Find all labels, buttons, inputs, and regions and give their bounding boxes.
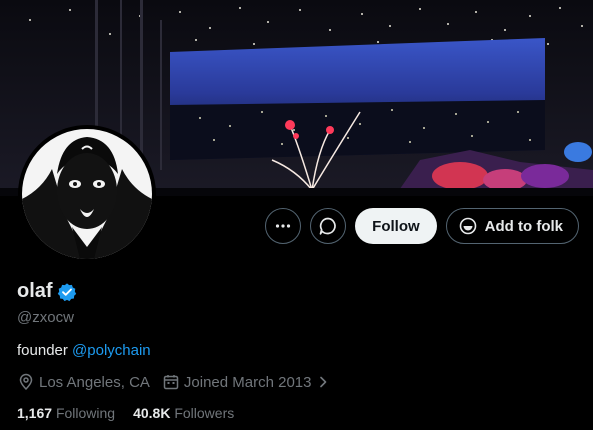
followers-link[interactable]: 40.8K Followers — [133, 405, 234, 421]
verified-badge-icon[interactable] — [57, 282, 77, 302]
more-button[interactable] — [265, 208, 302, 244]
name-row: olaf — [17, 280, 577, 303]
display-name: olaf — [17, 280, 53, 302]
join-date-text: Joined March 2013 — [183, 373, 312, 391]
bio-mention-link[interactable]: @polychain — [72, 342, 151, 359]
join-date[interactable]: Joined March 2013 — [162, 373, 330, 391]
portrait-avatar — [22, 129, 152, 259]
following-link[interactable]: 1,167 Following — [17, 405, 115, 421]
profile-info: olaf @zxocw founder @polychain Los Angel… — [17, 280, 577, 421]
chevron-right-icon — [319, 376, 326, 388]
bio-text: founder — [17, 342, 73, 359]
user-handle: @zxocw — [17, 309, 74, 326]
follow-label: Follow — [372, 217, 420, 235]
profile-meta: Los Angeles, CA Joined March 2013 — [17, 373, 577, 391]
message-bubble-icon — [319, 217, 337, 235]
more-dots-icon — [276, 224, 291, 228]
location-text: Los Angeles, CA — [39, 373, 150, 391]
location: Los Angeles, CA — [17, 373, 150, 391]
location-pin-icon — [19, 373, 33, 391]
followers-count: 40.8K — [133, 405, 171, 421]
profile-actions: Follow Add to folk — [265, 208, 579, 244]
follow-counts: 1,167 Following 40.8K Followers — [17, 405, 577, 421]
bio: founder @polychain — [17, 342, 577, 359]
avatar[interactable] — [18, 125, 156, 263]
follow-button[interactable]: Follow — [355, 208, 437, 244]
message-button[interactable] — [310, 208, 347, 244]
followers-label: Followers — [174, 405, 235, 421]
add-to-folk-label: Add to folk — [484, 217, 563, 235]
add-to-folk-button[interactable]: Add to folk — [445, 208, 579, 244]
folk-logo-icon — [459, 217, 476, 235]
calendar-icon — [163, 375, 179, 390]
following-label: Following — [55, 405, 116, 421]
following-count: 1,167 — [17, 405, 53, 421]
